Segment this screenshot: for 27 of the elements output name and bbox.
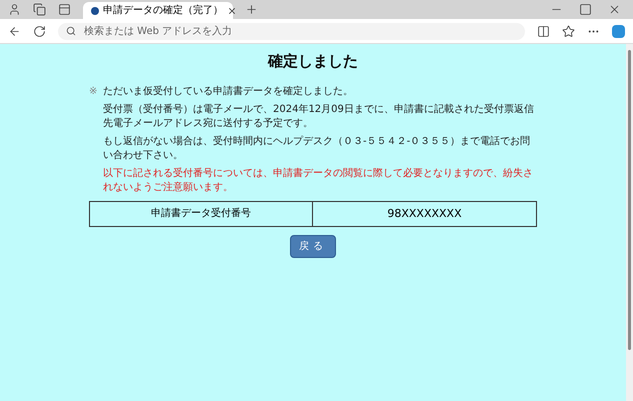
table-value-cell-text: 98XXXXXXXX	[386, 206, 463, 222]
address-input[interactable]: 検索または Web アドレスを入力	[84, 24, 517, 38]
back-button[interactable]: 戻る	[290, 235, 336, 258]
reload-icon[interactable]	[33, 24, 46, 38]
collections-icon[interactable]	[33, 3, 46, 16]
site-icon	[91, 6, 99, 14]
address-field[interactable]: 検索または Web アドレスを入力	[58, 22, 525, 40]
scrollbar[interactable]	[626, 44, 633, 401]
split-screen-icon[interactable]	[537, 24, 550, 38]
notice-text: ただいま仮受付している申請書データを確定しました。	[103, 84, 353, 98]
notice-text: 受付票（受付番号）は電子メールで、2024年12月09日までに、申請書に記載された受付票返信先電子メールアドレス宛に送付する予定です。	[103, 102, 535, 130]
tab-title: 申請データの確定（完了）	[103, 6, 223, 16]
note-mark: ※	[89, 84, 98, 98]
tab-actions-icon[interactable]	[58, 3, 71, 16]
favorites-icon[interactable]	[562, 24, 575, 38]
profile-icon[interactable]	[8, 3, 21, 16]
table-label-cell: 申請書データ受付番号	[90, 202, 313, 226]
maximize-icon[interactable]	[579, 3, 592, 16]
page-title: 確定しました	[268, 51, 358, 72]
notice-text: もし返信がない場合は、受付時間内にヘルプデスク（０３-５５４２-０３５５）まで電話でお問い合わせ下さい。	[103, 134, 532, 162]
new-tab-icon[interactable]	[245, 3, 258, 16]
notice-text: 以下に記される受付番号については、申請書データの閲覧に際して必要となりますので、紛失されないようご注意願います。	[103, 166, 534, 194]
close-icon[interactable]	[227, 6, 237, 16]
browser-tab[interactable]: 申請データの確定（完了）	[83, 2, 233, 19]
close-window-icon[interactable]	[608, 3, 621, 16]
search-icon	[66, 26, 76, 36]
back-icon[interactable]	[8, 24, 21, 38]
